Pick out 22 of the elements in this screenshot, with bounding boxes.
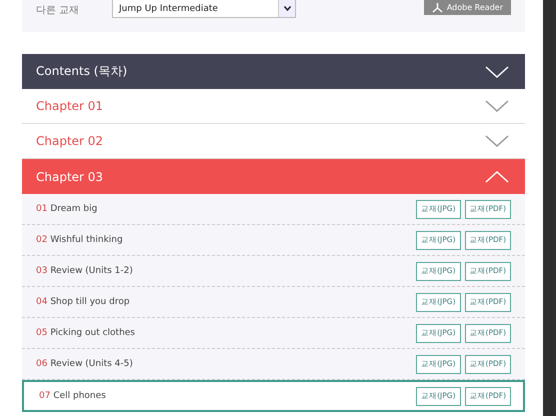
chapter-title: Chapter 02 xyxy=(36,134,104,148)
chevron-icon xyxy=(485,135,509,147)
unit-title: 04 Shop till you drop xyxy=(36,297,130,307)
contents-title: Contents (목차) xyxy=(36,63,128,80)
chapter-title: Chapter 01 xyxy=(36,99,104,113)
unit-title: 02 Wishful thinking xyxy=(36,235,123,245)
chevron-icon xyxy=(485,100,509,112)
book-select[interactable]: Jump Up Intermediate xyxy=(112,0,296,18)
select-label: 다른 교재 xyxy=(36,4,80,17)
caret-icon xyxy=(284,6,290,11)
unit-title: 03 Review (Units 1-2) xyxy=(36,266,133,276)
contents-header[interactable]: Contents (목차) xyxy=(22,54,525,89)
unit-title: 05 Picking out clothes xyxy=(36,328,135,338)
adobe-reader-button[interactable]: Adobe Reader xyxy=(424,0,511,15)
unit-title: 07 Cell phones xyxy=(39,391,106,401)
chevron-icon xyxy=(485,66,509,78)
chapter-title: Chapter 03 xyxy=(36,170,104,184)
unit-title: 06 Review (Units 4-5) xyxy=(36,359,133,369)
chapter-header[interactable]: Chapter 03 xyxy=(22,159,525,194)
unit-title: 01 Dream big xyxy=(36,204,98,214)
pdf-icon xyxy=(432,2,443,13)
chevron-icon xyxy=(485,170,509,182)
